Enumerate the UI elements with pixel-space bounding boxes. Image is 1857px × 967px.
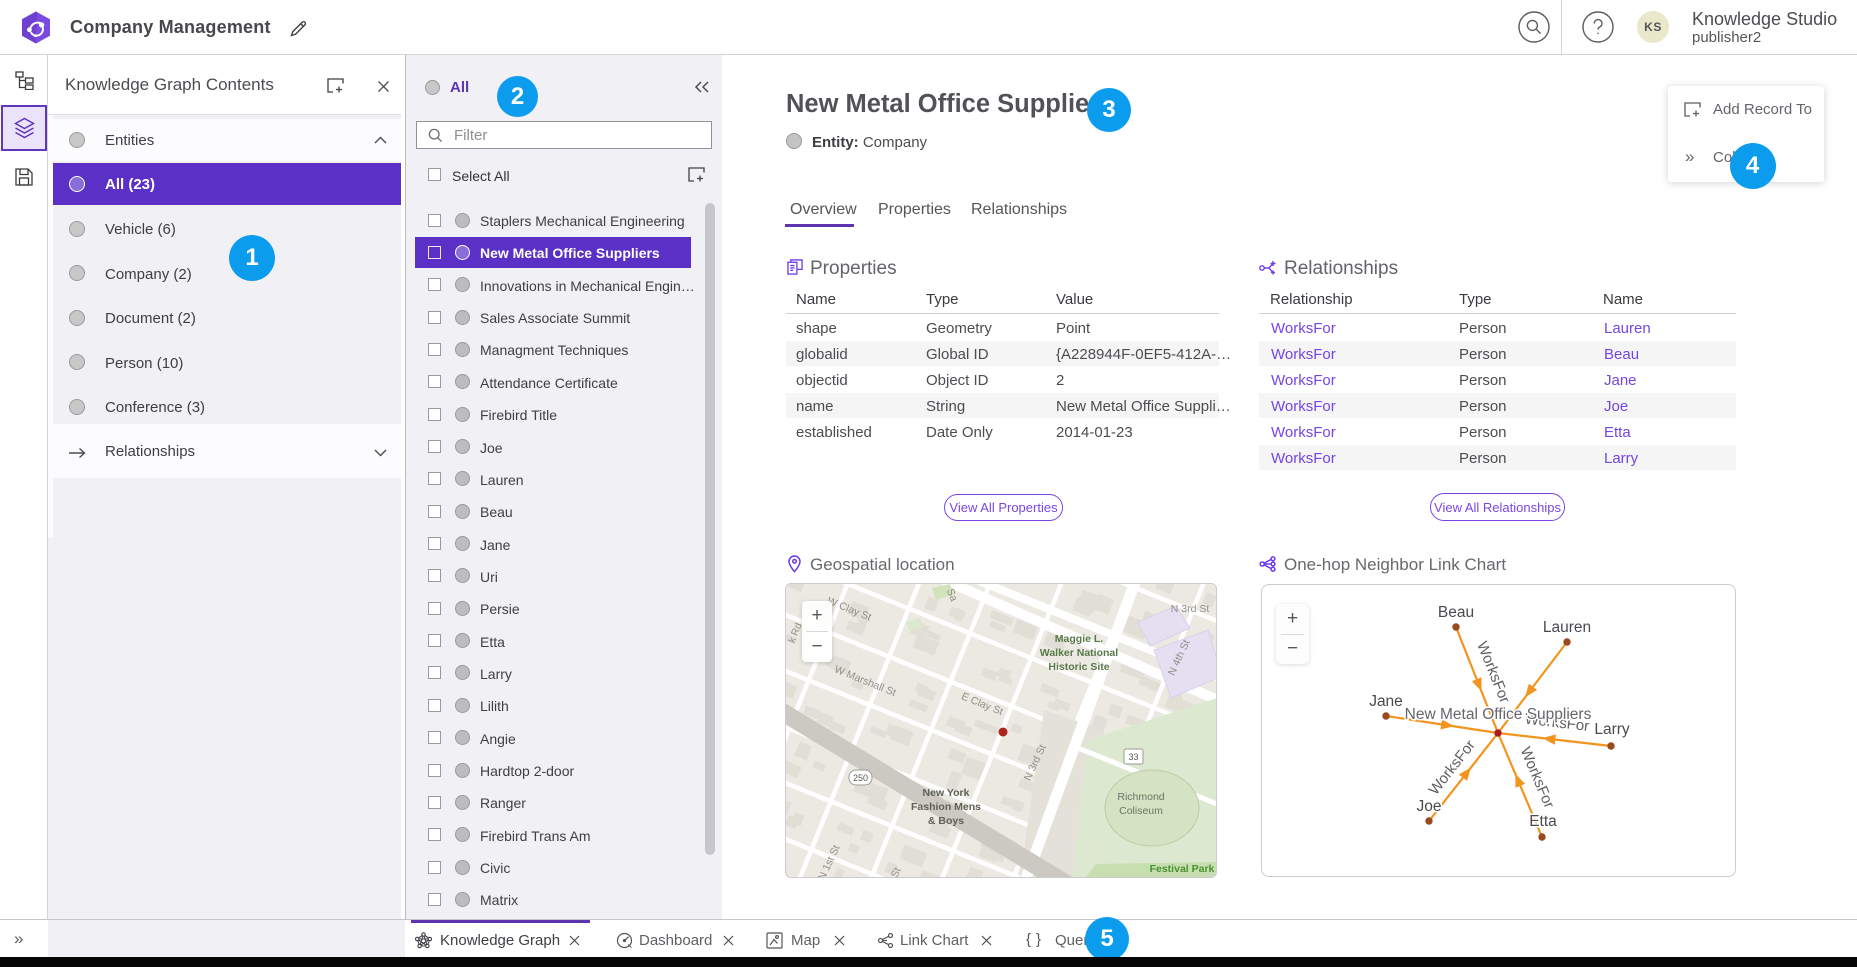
svg-text:Richmond: Richmond bbox=[1117, 791, 1164, 803]
svg-text:Lauren: Lauren bbox=[1543, 619, 1591, 636]
svg-text:New Metal Office Suppliers: New Metal Office Suppliers bbox=[1405, 706, 1592, 723]
svg-text:Beau: Beau bbox=[1438, 604, 1474, 621]
svg-text:Festival Park: Festival Park bbox=[1150, 863, 1215, 875]
svg-text:New York: New York bbox=[923, 787, 970, 799]
svg-text:250: 250 bbox=[853, 773, 868, 783]
svg-text:Maggie L.: Maggie L. bbox=[1055, 633, 1104, 645]
svg-text:Joe: Joe bbox=[1417, 798, 1442, 815]
svg-text:33: 33 bbox=[1128, 752, 1138, 762]
svg-text:Jane: Jane bbox=[1369, 693, 1403, 710]
svg-text:Fashion Mens: Fashion Mens bbox=[911, 801, 981, 813]
svg-text:Larry: Larry bbox=[1594, 721, 1630, 738]
svg-text:WorksFor: WorksFor bbox=[1473, 639, 1513, 705]
svg-text:& Boys: & Boys bbox=[928, 815, 964, 827]
svg-text:Coliseum: Coliseum bbox=[1119, 805, 1163, 817]
svg-text:Etta: Etta bbox=[1529, 813, 1557, 830]
svg-text:WorksFor: WorksFor bbox=[1517, 745, 1558, 811]
svg-text:N 3rd St: N 3rd St bbox=[1171, 603, 1210, 615]
svg-text:Historic Site: Historic Site bbox=[1048, 661, 1109, 673]
svg-text:Walker National: Walker National bbox=[1040, 647, 1118, 659]
